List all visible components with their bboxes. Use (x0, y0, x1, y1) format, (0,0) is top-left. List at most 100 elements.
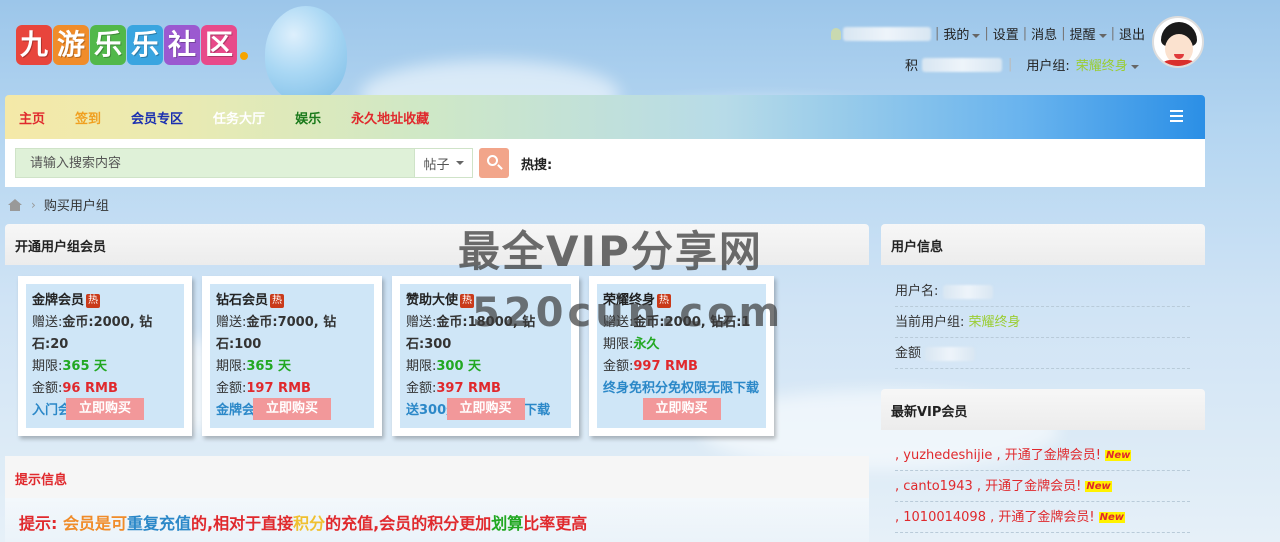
main-nav: 主页 签到 会员专区 任务大厅 娱乐 永久地址收藏 (5, 95, 1205, 139)
my-menu-label: 我的 (943, 28, 970, 43)
username-label: 用户名: (895, 284, 939, 299)
watermark-line1: 最全VIP分享网 (458, 227, 763, 276)
search-type-value: 帖子 (423, 157, 450, 173)
buy-button[interactable]: 立即购买 (446, 398, 525, 420)
logout-link[interactable]: 退出 (1119, 24, 1145, 43)
points-label[interactable]: 积 (905, 55, 918, 74)
card-desc: 终身免积分免权限无限下载 (603, 381, 760, 396)
username-value-blurred (942, 284, 993, 299)
tips-segment: 重复充值 (127, 514, 192, 533)
settings-link[interactable]: 设置 (993, 24, 1019, 43)
buy-button[interactable]: 立即购买 (66, 398, 144, 420)
tips-segment: 的,相对于直接 (191, 514, 294, 533)
period-value: 永久 (633, 337, 660, 352)
separator: | (984, 26, 989, 41)
separator: | (1110, 26, 1115, 41)
tips-segment: 比率更高 (523, 514, 588, 533)
hot-badge: 热 (270, 293, 285, 308)
logo-char: 区 (201, 25, 237, 65)
menu-icon[interactable] (1170, 110, 1183, 122)
my-menu[interactable]: 我的 (943, 24, 981, 43)
price-value: 397 RMB (436, 381, 501, 396)
nav-item-checkin[interactable]: 签到 (75, 108, 101, 127)
remind-menu[interactable]: 提醒 (1070, 24, 1107, 43)
vip-item-text: , yuzhedeshijie , 开通了金牌会员! (895, 448, 1101, 463)
membership-card: 钻石会员热 赠送:金币:7000, 钻石:100 期限:365 天 金额:197… (202, 276, 382, 436)
hot-badge: 热 (86, 293, 101, 308)
chevron-down-icon (1130, 64, 1139, 69)
gift-label: 赠送: (406, 315, 437, 330)
balloon-decoration (265, 6, 347, 102)
tips-segment: 提示: (19, 514, 58, 533)
price-value: 997 RMB (633, 359, 698, 374)
chevron-down-icon (455, 161, 464, 165)
breadcrumb-current[interactable]: 购买用户组 (44, 195, 109, 214)
chevron-down-icon (1098, 33, 1107, 38)
chevron-down-icon (972, 33, 981, 38)
price-label: 金额: (32, 381, 63, 396)
search-icon (487, 155, 498, 166)
period-value: 365 天 (62, 359, 108, 374)
logo-char: 游 (53, 25, 89, 65)
amount-label: 金额 (895, 346, 922, 361)
period-label: 期限: (603, 337, 634, 352)
usergroup-menu[interactable]: 荣耀终身 (1076, 55, 1139, 74)
price-value: 96 RMB (62, 381, 118, 396)
buy-button[interactable]: 立即购买 (642, 398, 721, 420)
search-icon-handle (497, 164, 503, 170)
tips-segment: 会员是可 (62, 514, 127, 533)
user-points-bar: 积 | 用户组: 荣耀终身 (905, 55, 1139, 74)
avatar-shirt (1160, 60, 1198, 66)
search-button[interactable] (479, 148, 509, 178)
points-blurred (922, 57, 1003, 72)
vip-list-item[interactable]: , canto1943 , 开通了金牌会员! New (895, 471, 1190, 502)
vip-list-item[interactable]: , 1010014098 , 开通了金牌会员! New (895, 502, 1190, 533)
separator: | (934, 26, 940, 41)
nav-item-vip[interactable]: 会员专区 (131, 108, 183, 127)
breadcrumb: › 购买用户组 (8, 195, 109, 214)
usergroup-value: 荣耀终身 (1075, 59, 1128, 74)
price-label: 金额: (216, 381, 247, 396)
nav-item-bookmark[interactable]: 永久地址收藏 (351, 108, 429, 127)
messages-link[interactable]: 消息 (1031, 24, 1057, 43)
logo-char: 社 (164, 25, 200, 65)
membership-card-body: 金牌会员热 赠送:金币:2000, 钻石:20 期限:365 天 金额:96 R… (26, 284, 184, 428)
period-value: 365 天 (246, 359, 292, 374)
buy-button[interactable]: 立即购买 (253, 398, 331, 420)
period-label: 期限: (406, 359, 437, 374)
tips-text: 提示: 会员是可重复充值的,相对于直接积分的充值,会员的积分更加划算比率更高 (5, 498, 869, 542)
period-value: 300 天 (436, 359, 482, 374)
site-logo[interactable]: 九 游 乐 乐 社 区 (16, 20, 248, 70)
username-blurred[interactable] (842, 26, 931, 41)
watermark-line2: 520cun.com (472, 290, 785, 336)
nav-item-tasks[interactable]: 任务大厅 (213, 108, 265, 127)
avatar[interactable] (1152, 16, 1204, 68)
tips-title: 提示信息 (5, 456, 869, 498)
logo-char: 乐 (90, 25, 126, 65)
home-icon[interactable] (8, 199, 22, 211)
card-name: 赞助大使 (406, 293, 459, 308)
logo-char: 九 (16, 25, 52, 65)
group-value: 荣耀终身 (968, 315, 1021, 330)
remind-menu-label: 提醒 (1069, 28, 1096, 43)
userinfo-username-row: 用户名: (895, 276, 1190, 307)
gift-label: 赠送: (32, 315, 63, 330)
tips-segment: 划算 (491, 514, 524, 533)
gift-label: 赠送: (216, 315, 247, 330)
vip-item-text: , 1010014098 , 开通了金牌会员! (895, 510, 1095, 525)
price-label: 金额: (406, 381, 437, 396)
new-badge: New (1098, 512, 1125, 523)
search-input[interactable] (15, 148, 415, 178)
logo-char: 乐 (127, 25, 163, 65)
nav-item-home[interactable]: 主页 (19, 108, 45, 127)
userinfo-amount-row: 金额 (895, 338, 1190, 369)
price-label: 金额: (603, 359, 634, 374)
vip-list-item[interactable]: , yuzhedeshijie , 开通了金牌会员! New (895, 440, 1190, 471)
tips-segment: 积分 (293, 514, 326, 533)
period-label: 期限: (32, 359, 63, 374)
nav-item-entertainment[interactable]: 娱乐 (295, 108, 321, 127)
search-type-select[interactable]: 帖子 (415, 148, 473, 178)
new-badge: New (1104, 450, 1132, 461)
vip-item-text: , canto1943 , 开通了金牌会员! (895, 479, 1082, 494)
price-value: 197 RMB (246, 381, 311, 396)
